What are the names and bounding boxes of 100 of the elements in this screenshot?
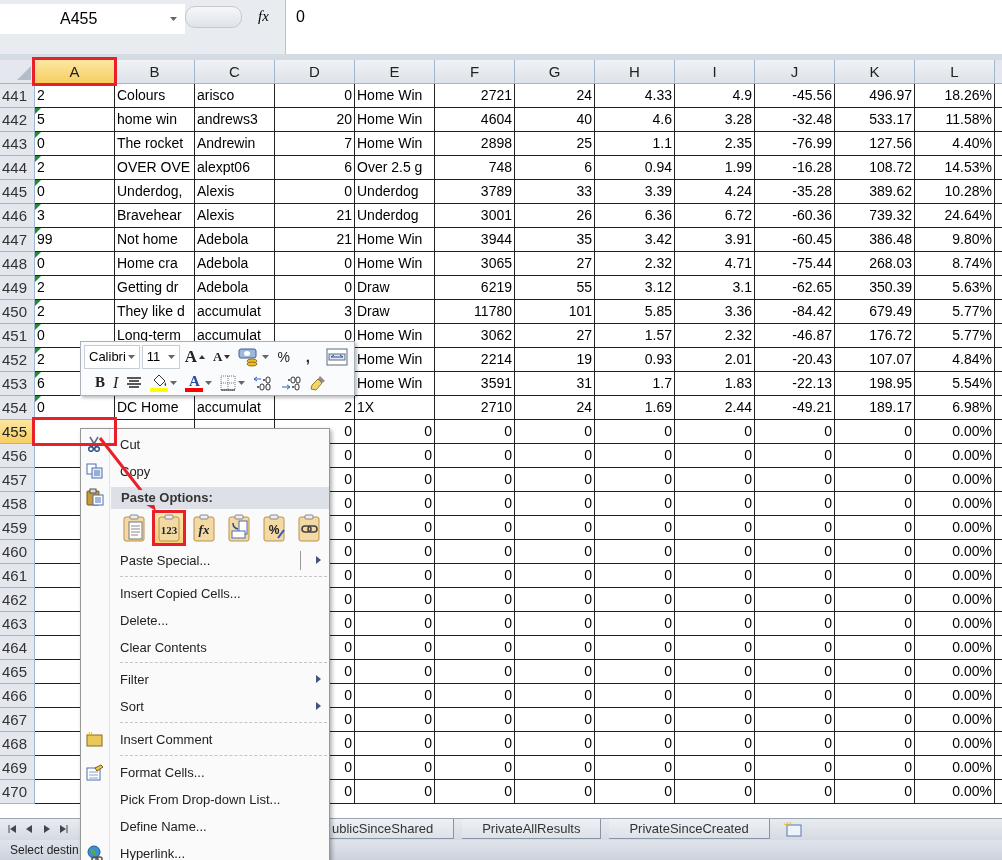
bold-button[interactable]: B bbox=[84, 370, 108, 395]
row-header[interactable]: 446 bbox=[0, 204, 35, 228]
row-header[interactable]: 457 bbox=[0, 468, 35, 492]
row-header[interactable]: 463 bbox=[0, 612, 35, 636]
table-cell: 739.32 bbox=[835, 204, 915, 228]
column-header[interactable]: H bbox=[595, 60, 675, 84]
table-cell: 0 bbox=[515, 540, 595, 564]
menu-item[interactable]: Hyperlink... bbox=[81, 840, 329, 860]
row-header[interactable]: 456 bbox=[0, 444, 35, 468]
row-header[interactable]: 449 bbox=[0, 276, 35, 300]
row-header[interactable]: 442 bbox=[0, 108, 35, 132]
row-header[interactable]: 443 bbox=[0, 132, 35, 156]
submenu-arrow-icon bbox=[316, 675, 321, 684]
table-cell: 0 bbox=[515, 708, 595, 732]
table-cell: 0 bbox=[355, 660, 435, 684]
table-cell: 0 bbox=[835, 708, 915, 732]
row-header[interactable]: 454 bbox=[0, 396, 35, 420]
table-cell: 25 bbox=[515, 132, 595, 156]
row-header[interactable]: 469 bbox=[0, 756, 35, 780]
paste-option-button[interactable]: fx bbox=[189, 511, 219, 544]
table-cell: 2710 bbox=[435, 396, 515, 420]
row-header[interactable]: 464 bbox=[0, 636, 35, 660]
row-header[interactable]: 459 bbox=[0, 516, 35, 540]
table-cell: 9.80% bbox=[915, 228, 995, 252]
row-header[interactable]: 448 bbox=[0, 252, 35, 276]
row-header[interactable]: 468 bbox=[0, 732, 35, 756]
first-sheet-button[interactable] bbox=[5, 822, 19, 836]
corner-triangle-icon bbox=[17, 66, 31, 80]
table-cell: 0 bbox=[515, 588, 595, 612]
column-header[interactable]: B bbox=[115, 60, 195, 84]
column-header[interactable]: F bbox=[435, 60, 515, 84]
table-cell: 0 bbox=[755, 684, 835, 708]
table-cell: 2.01 bbox=[675, 348, 755, 372]
table-cell: 0.94 bbox=[595, 156, 675, 180]
font-size-field[interactable]: 11 bbox=[141, 344, 180, 369]
resize-handle[interactable] bbox=[185, 6, 242, 28]
row-header[interactable]: 462 bbox=[0, 588, 35, 612]
table-cell: 0 bbox=[755, 732, 835, 756]
row-header[interactable]: 467 bbox=[0, 708, 35, 732]
table-cell: Underdog, bbox=[115, 180, 195, 204]
column-header[interactable]: L bbox=[915, 60, 995, 84]
table-cell: 0 bbox=[355, 540, 435, 564]
table-cell: 0 bbox=[435, 444, 515, 468]
table-cell: 2.44 bbox=[675, 396, 755, 420]
table-cell: 1.99 bbox=[675, 156, 755, 180]
table-cell: 4.84% bbox=[915, 348, 995, 372]
row-header[interactable]: 466 bbox=[0, 684, 35, 708]
column-header[interactable]: D bbox=[275, 60, 355, 84]
column-header[interactable]: C bbox=[195, 60, 275, 84]
table-cell: 1.83 bbox=[675, 372, 755, 396]
row-header[interactable]: 444 bbox=[0, 156, 35, 180]
table-cell: 24.64% bbox=[915, 204, 995, 228]
submenu-arrow-icon bbox=[316, 702, 321, 711]
table-cell: 2214 bbox=[435, 348, 515, 372]
table-cell: 0 bbox=[515, 684, 595, 708]
name-box[interactable]: A455 bbox=[0, 4, 185, 34]
table-cell: 20 bbox=[275, 108, 355, 132]
row-header[interactable]: 453 bbox=[0, 372, 35, 396]
column-header[interactable]: I bbox=[675, 60, 755, 84]
table-cell: 679.49 bbox=[835, 300, 915, 324]
column-header[interactable]: K bbox=[835, 60, 915, 84]
row-header[interactable]: 461 bbox=[0, 564, 35, 588]
row-header[interactable]: 447 bbox=[0, 228, 35, 252]
table-cell: 0 bbox=[515, 660, 595, 684]
insert-function-button[interactable]: fx bbox=[258, 8, 269, 25]
column-header[interactable]: J bbox=[755, 60, 835, 84]
row-header[interactable]: 452 bbox=[0, 348, 35, 372]
row-header[interactable]: 451 bbox=[0, 324, 35, 348]
table-cell: 18.26% bbox=[915, 84, 995, 108]
row-header[interactable]: 465 bbox=[0, 660, 35, 684]
table-cell: 0 bbox=[675, 612, 755, 636]
table-cell: 0 bbox=[435, 732, 515, 756]
table-cell: 6.98% bbox=[915, 396, 995, 420]
scissors-icon bbox=[86, 436, 102, 452]
sheet-tab[interactable]: PrivateSinceCreated bbox=[609, 819, 770, 839]
column-header[interactable]: A bbox=[35, 60, 115, 84]
row-header[interactable]: 441 bbox=[0, 84, 35, 108]
paste-option-button[interactable]: 123 bbox=[154, 511, 184, 544]
right-triangle-icon bbox=[41, 825, 51, 833]
column-header[interactable]: G bbox=[515, 60, 595, 84]
row-header[interactable]: 460 bbox=[0, 540, 35, 564]
sheet-tab[interactable]: PrivateAllResults bbox=[462, 819, 602, 839]
row-header[interactable]: 470 bbox=[0, 780, 35, 804]
table-cell: Home Win bbox=[355, 252, 435, 276]
row-header[interactable]: 445 bbox=[0, 180, 35, 204]
row-header[interactable]: 450 bbox=[0, 300, 35, 324]
font-color-button[interactable]: A bbox=[182, 370, 216, 395]
table-cell: 0 bbox=[435, 636, 515, 660]
table-cell: home win bbox=[115, 108, 195, 132]
table-cell: 0 bbox=[675, 540, 755, 564]
table-cell: 4.40% bbox=[915, 132, 995, 156]
table-cell: -75.44 bbox=[755, 252, 835, 276]
table-cell: 0 bbox=[835, 756, 915, 780]
table-cell: 0.00% bbox=[915, 420, 995, 444]
formula-field[interactable]: 0 bbox=[285, 0, 1002, 54]
table-cell: 31 bbox=[515, 372, 595, 396]
table-cell: 0 bbox=[835, 660, 915, 684]
row-header[interactable]: 458 bbox=[0, 492, 35, 516]
font-name-field[interactable]: Calibri bbox=[84, 344, 140, 369]
column-header[interactable]: E bbox=[355, 60, 435, 84]
